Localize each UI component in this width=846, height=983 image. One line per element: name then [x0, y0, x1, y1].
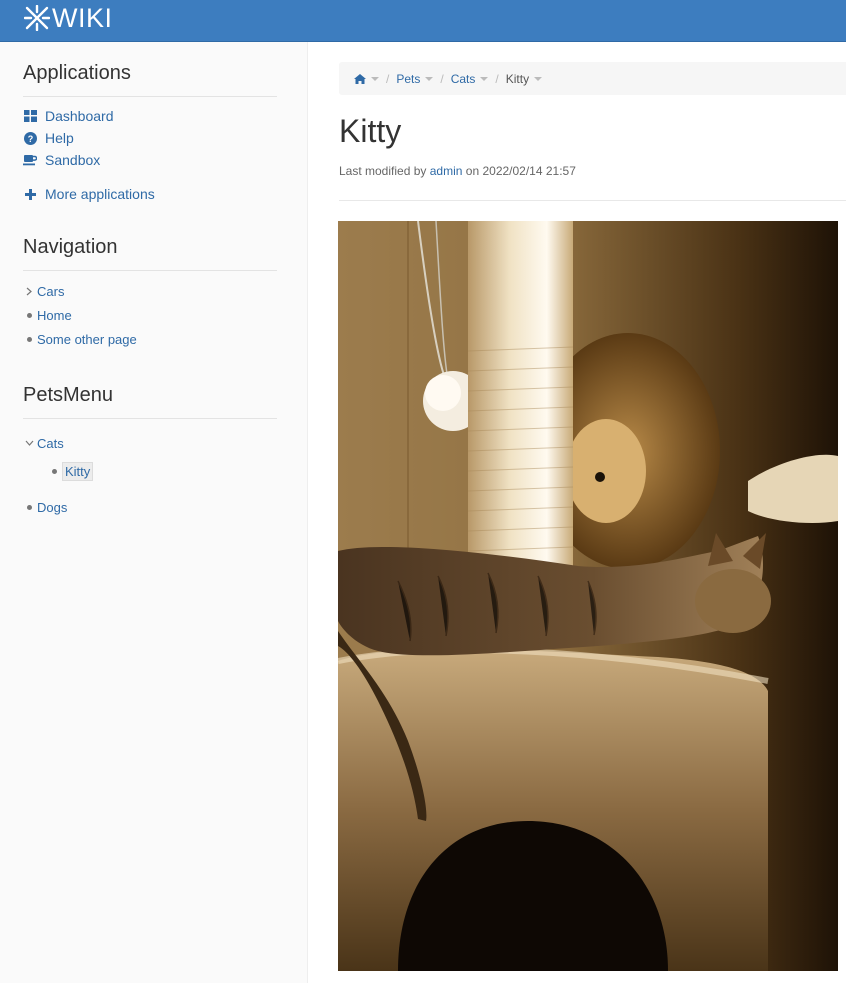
meta-date: 2022/02/14 21:57: [482, 164, 576, 178]
svg-text:?: ?: [27, 134, 33, 144]
app-link-label: Sandbox: [45, 152, 101, 168]
app-link-sandbox[interactable]: Sandbox: [23, 150, 100, 170]
plus-icon: [23, 187, 37, 201]
sidebar: Applications Dashboard ? Help Sandbox Mo…: [0, 42, 308, 983]
navigation-panel-title: Navigation: [23, 236, 118, 258]
dropdown-caret-icon[interactable]: [371, 76, 379, 81]
content-divider: [339, 200, 846, 201]
chevron-right-icon[interactable]: [24, 287, 34, 296]
nav-item-cars[interactable]: Cars: [24, 282, 64, 300]
dropdown-caret-icon[interactable]: [534, 76, 543, 81]
coffee-cup-icon: [23, 153, 37, 167]
app-link-help[interactable]: ? Help: [23, 128, 74, 148]
breadcrumb-separator: /: [495, 71, 499, 86]
xwiki-logo-mark-icon: [24, 5, 50, 31]
breadcrumb-label: Cats: [450, 71, 476, 86]
nav-item-label: Cars: [37, 283, 65, 299]
breadcrumb-item-pets[interactable]: Pets: [396, 71, 434, 86]
more-applications-label: More applications: [45, 186, 155, 202]
breadcrumb-label: Pets: [396, 71, 421, 86]
pets-item-kitty[interactable]: Kitty: [49, 461, 94, 481]
xwiki-logo[interactable]: WIKI: [24, 4, 113, 32]
pets-item-label: Kitty: [62, 461, 94, 481]
author-link[interactable]: admin: [430, 164, 463, 178]
meta-on: on: [465, 164, 480, 178]
breadcrumb-item-kitty: Kitty: [505, 71, 543, 86]
app-link-label: Help: [45, 130, 74, 146]
kitty-photo: [338, 221, 838, 971]
applications-divider: [23, 96, 277, 97]
navigation-divider: [23, 270, 277, 271]
nav-item-some-other-page[interactable]: Some other page: [24, 330, 137, 348]
bullet-icon: [49, 468, 59, 474]
home-icon: [354, 73, 366, 84]
nav-item-label: Home: [37, 307, 72, 323]
breadcrumb-separator: /: [440, 71, 444, 86]
meta-prefix: Last modified by: [339, 164, 427, 178]
bullet-icon: [24, 336, 34, 342]
pets-item-dogs[interactable]: Dogs: [24, 498, 67, 516]
bullet-icon: [24, 312, 34, 318]
breadcrumb-home[interactable]: [354, 73, 379, 84]
question-circle-icon: ?: [23, 131, 37, 145]
dropdown-caret-icon[interactable]: [480, 76, 489, 81]
petsmenu-panel-title: PetsMenu: [23, 384, 114, 406]
kitty-photo-image: [338, 221, 838, 971]
logo-text: WIKI: [52, 3, 113, 33]
page-title: Kitty: [339, 113, 402, 149]
app-link-label: Dashboard: [45, 108, 114, 124]
breadcrumb: / Pets / Cats / Kitty: [339, 62, 846, 95]
pets-item-label: Cats: [37, 435, 64, 451]
last-modified-info: Last modified by admin on 2022/02/14 21:…: [339, 164, 576, 178]
more-applications-link[interactable]: More applications: [23, 184, 155, 204]
pets-item-label: Dogs: [37, 499, 68, 515]
applications-panel-title: Applications: [23, 62, 131, 84]
breadcrumb-label: Kitty: [505, 71, 530, 86]
top-bar: WIKI: [0, 0, 846, 42]
pets-item-cats[interactable]: Cats: [24, 434, 64, 452]
chevron-down-icon[interactable]: [24, 440, 34, 446]
bullet-icon: [24, 504, 34, 510]
dashboard-icon: [23, 109, 37, 123]
nav-item-home[interactable]: Home: [24, 306, 72, 324]
breadcrumb-separator: /: [386, 71, 390, 86]
breadcrumb-item-cats[interactable]: Cats: [451, 72, 489, 86]
app-link-dashboard[interactable]: Dashboard: [23, 106, 114, 126]
petsmenu-divider: [23, 418, 277, 419]
dropdown-caret-icon[interactable]: [425, 76, 434, 81]
nav-item-label: Some other page: [37, 331, 137, 347]
